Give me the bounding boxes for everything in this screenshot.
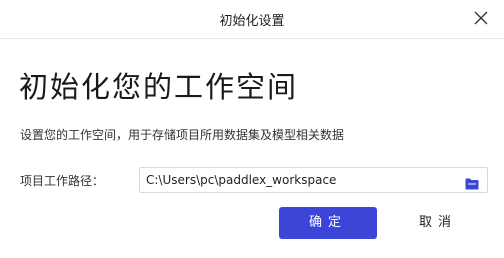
cancel-button[interactable]: 取消 <box>389 207 487 239</box>
close-icon[interactable] <box>474 10 488 25</box>
workspace-path-value: C:\Users\pc\paddlex_workspace <box>146 173 337 187</box>
init-settings-dialog: 初始化设置 初始化您的工作空间 设置您的工作空间，用于存储项目所用数据集及模型相… <box>0 0 504 258</box>
description-text: 设置您的工作空间，用于存储项目所用数据集及模型相关数据 <box>20 128 345 142</box>
title-bar: 初始化设置 <box>0 0 504 38</box>
ok-button[interactable]: 确定 <box>279 207 377 239</box>
dialog-title: 初始化设置 <box>219 14 285 29</box>
title-divider <box>0 38 504 39</box>
folder-icon[interactable] <box>465 175 479 190</box>
workspace-path-field[interactable]: C:\Users\pc\paddlex_workspace <box>139 167 488 193</box>
page-heading: 初始化您的工作空间 <box>19 70 299 104</box>
workspace-path-label: 项目工作路径： <box>20 174 105 188</box>
